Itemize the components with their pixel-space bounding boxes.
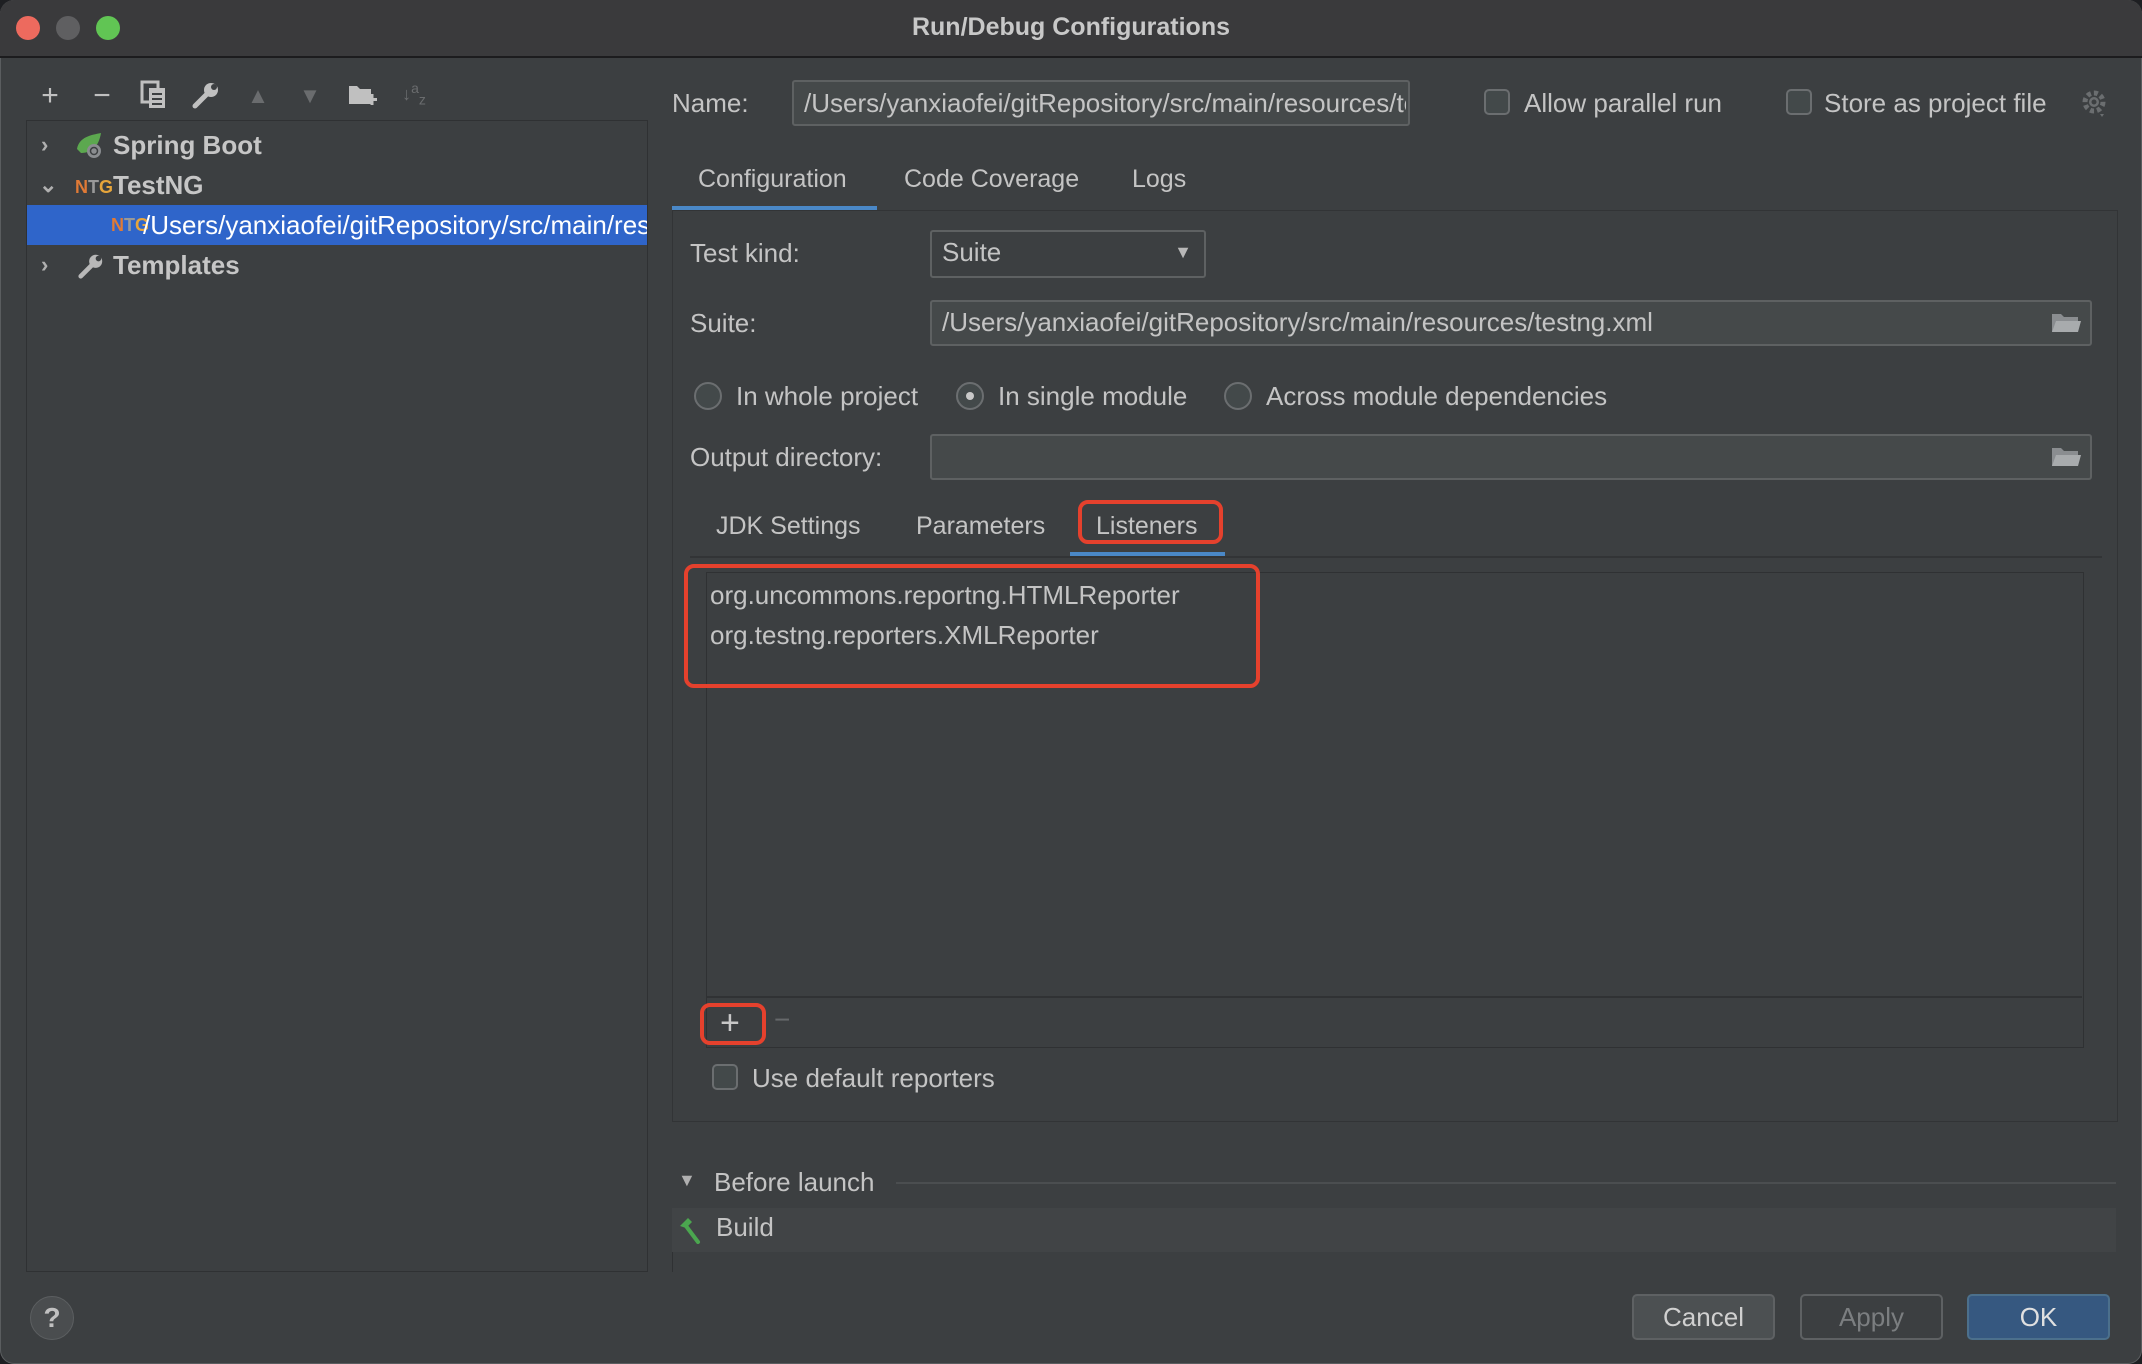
suite-value: /Users/yanxiaofei/gitRepository/src/main… [942, 307, 1653, 337]
tab-parameters[interactable]: Parameters [916, 512, 1045, 541]
tree-item-testng[interactable]: ⌄ NTG TestNG [27, 165, 647, 205]
add-icon[interactable]: + [32, 80, 68, 112]
before-launch-panel-edge [672, 1252, 673, 1272]
list-toolbar-separator [707, 996, 2082, 998]
suite-input[interactable]: /Users/yanxiaofei/gitRepository/src/main… [930, 300, 2092, 346]
radio-across-module-dependencies[interactable] [1224, 382, 1252, 410]
store-as-project-file-checkbox[interactable] [1786, 89, 1812, 115]
allow-parallel-run-checkbox[interactable] [1484, 89, 1510, 115]
use-default-reporters-checkbox[interactable] [712, 1064, 738, 1090]
gear-icon[interactable] [2080, 88, 2108, 123]
tree-item-templates[interactable]: › Templates [27, 245, 647, 285]
tree-item-label: Templates [113, 250, 240, 280]
tab-code-coverage[interactable]: Code Coverage [904, 165, 1079, 194]
radio-label-across-modules: Across module dependencies [1266, 381, 1608, 411]
tree-item-label: /Users/yanxiaofei/gitRepository/src/main… [143, 210, 647, 240]
configuration-tree: › Spring Boot ⌄ NTG TestNG NTG /Users/ya… [26, 120, 648, 1272]
allow-parallel-run-label: Allow parallel run [1524, 88, 1722, 118]
browse-folder-icon[interactable] [2050, 310, 2082, 341]
name-input[interactable] [792, 80, 1410, 126]
title-bar: Run/Debug Configurations [0, 0, 2142, 58]
before-launch-item-build[interactable]: Build [672, 1208, 2116, 1252]
tree-item-label: TestNG [113, 170, 204, 200]
chevron-right-icon[interactable]: › [41, 245, 61, 285]
chevron-right-icon[interactable]: › [41, 125, 61, 165]
window-title: Run/Debug Configurations [911, 13, 1231, 41]
chevron-down-icon[interactable]: ⌄ [39, 165, 59, 205]
ok-button[interactable]: OK [1967, 1294, 2110, 1340]
inner-tabs-separator [690, 556, 2102, 558]
help-button[interactable]: ? [30, 1296, 74, 1340]
before-launch-label: Before launch [714, 1167, 875, 1197]
new-folder-icon[interactable] [344, 80, 380, 112]
test-kind-value: Suite [942, 237, 1002, 267]
before-launch-item-label: Build [716, 1212, 774, 1242]
wrench-icon[interactable] [188, 80, 224, 112]
run-debug-dialog: Run/Debug Configurations + − ▲ ▼ ↓az › S… [0, 0, 2142, 1364]
tab-configuration[interactable]: Configuration [698, 165, 847, 194]
build-hammer-icon [676, 1216, 702, 1249]
tab-jdk-settings[interactable]: JDK Settings [716, 512, 861, 541]
testng-icon: NTG [75, 177, 114, 197]
radio-in-single-module[interactable] [956, 382, 984, 410]
output-directory-input[interactable] [930, 434, 2092, 480]
tree-item-spring-boot[interactable]: › Spring Boot [27, 125, 647, 165]
browse-folder-icon[interactable] [2050, 444, 2082, 475]
collapse-triangle-icon[interactable]: ▼ [678, 1170, 696, 1191]
annotation-highlight-listeners [684, 564, 1260, 688]
output-directory-label: Output directory: [690, 442, 883, 472]
suite-label: Suite: [690, 308, 757, 338]
copy-icon[interactable] [136, 80, 172, 112]
use-default-reporters-label: Use default reporters [752, 1063, 995, 1093]
tab-logs[interactable]: Logs [1132, 165, 1186, 194]
radio-label-single-module: In single module [998, 381, 1188, 411]
remove-listener-button[interactable]: − [774, 1004, 790, 1036]
radio-in-whole-project[interactable] [694, 382, 722, 410]
dropdown-arrow-icon: ▼ [1174, 242, 1192, 262]
sort-alpha-icon[interactable]: ↓az [396, 80, 432, 112]
before-launch-separator [896, 1182, 2116, 1184]
move-down-icon[interactable]: ▼ [292, 80, 328, 112]
name-label: Name: [672, 88, 749, 118]
apply-button[interactable]: Apply [1800, 1294, 1943, 1340]
annotation-highlight-listeners-tab [1078, 500, 1223, 544]
tree-item-testng-config[interactable]: NTG /Users/yanxiaofei/gitRepository/src/… [27, 205, 647, 245]
remove-icon[interactable]: − [84, 80, 120, 112]
annotation-highlight-add-button [700, 1003, 766, 1045]
radio-label-whole-project: In whole project [736, 381, 919, 411]
tree-item-label: Spring Boot [113, 130, 262, 160]
cancel-button[interactable]: Cancel [1632, 1294, 1775, 1340]
move-up-icon[interactable]: ▲ [240, 80, 276, 112]
test-kind-label: Test kind: [690, 238, 800, 268]
store-as-project-file-label: Store as project file [1824, 88, 2047, 118]
test-kind-dropdown[interactable]: Suite ▼ [930, 230, 1206, 278]
wrench-icon [77, 251, 105, 291]
